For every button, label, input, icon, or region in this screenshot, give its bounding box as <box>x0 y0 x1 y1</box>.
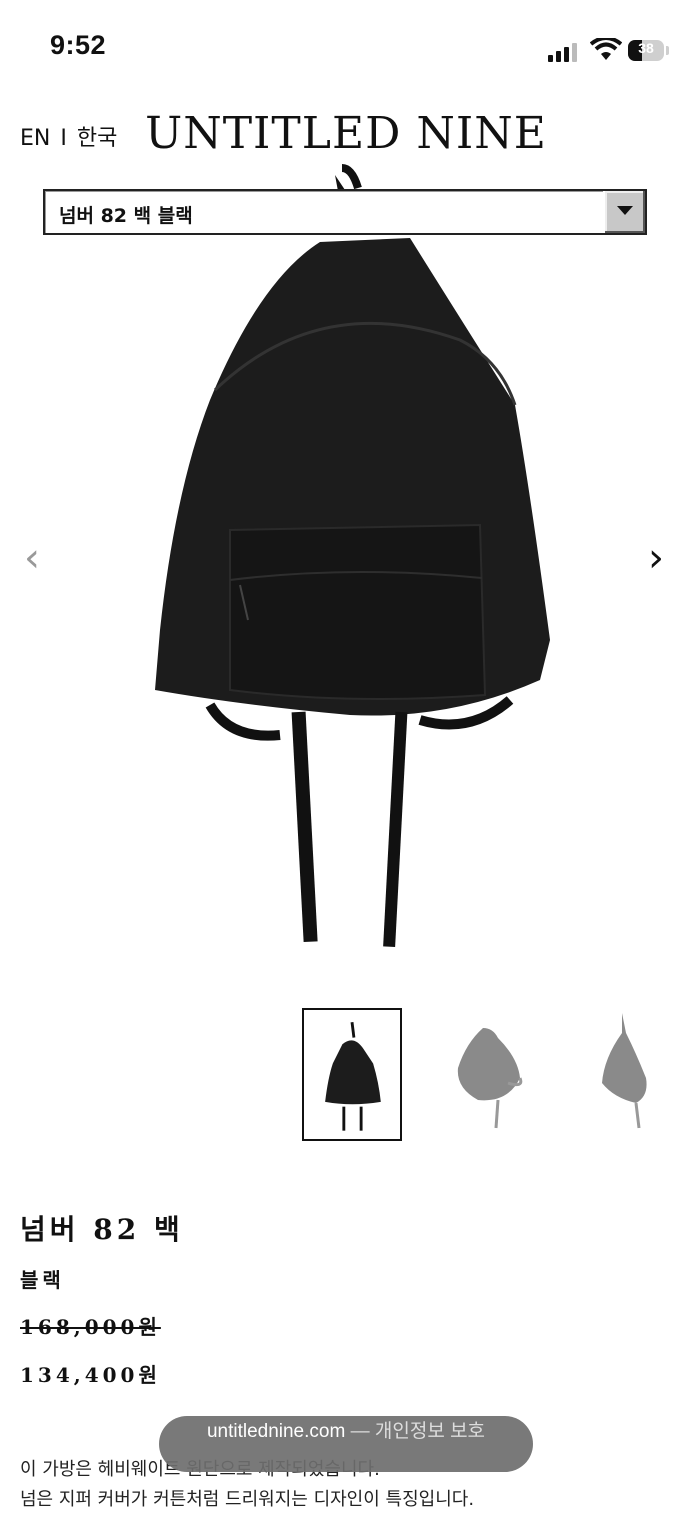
battery-icon: 38 <box>628 40 664 61</box>
toast-dash: — <box>350 1421 370 1442</box>
toast-domain: untitlednine.com <box>206 1421 346 1442</box>
toast-label: 개인정보 보호 <box>374 1421 486 1442</box>
lang-en-link[interactable]: EN <box>20 126 50 151</box>
battery-level: 38 <box>638 40 654 56</box>
sale-price: 134,400원 <box>20 1363 161 1387</box>
language-switcher: EN I 한국 <box>20 120 117 152</box>
gallery-thumbnail-2[interactable] <box>438 1008 538 1141</box>
wifi-icon <box>589 36 623 62</box>
gallery-thumbnail-1[interactable] <box>302 1008 402 1141</box>
clock: 9:52 <box>50 30 107 60</box>
product-hero-image[interactable] <box>120 160 570 960</box>
product-color: 블랙 <box>20 1268 65 1292</box>
prev-image-button[interactable]: ‹ <box>24 535 40 581</box>
lang-separator: I <box>60 126 67 151</box>
product-name: 넘버 82 백 <box>20 1213 184 1246</box>
battery-tip <box>666 46 669 55</box>
privacy-toast[interactable]: untitlednine.com — 개인정보 보호 <box>159 1416 533 1472</box>
lang-ko-link[interactable]: 한국 <box>77 126 117 151</box>
description-line-2: 넘은 지퍼 커버가 커튼처럼 드리워지는 디자인이 특징입니다. <box>20 1489 475 1510</box>
product-variant-select[interactable]: 넘버 82 백 블랙 <box>43 189 647 235</box>
signal-icon <box>548 42 580 62</box>
original-price: 168,000원 <box>20 1315 161 1339</box>
gallery-thumbnail-3[interactable] <box>574 1008 674 1141</box>
next-image-button[interactable]: › <box>648 535 664 581</box>
status-bar: 9:52 38 <box>0 0 693 100</box>
chevron-down-icon[interactable] <box>603 191 645 233</box>
brand-logo[interactable]: UNTITLED NINE <box>120 108 572 159</box>
selected-variant: 넘버 82 백 블랙 <box>59 205 193 227</box>
